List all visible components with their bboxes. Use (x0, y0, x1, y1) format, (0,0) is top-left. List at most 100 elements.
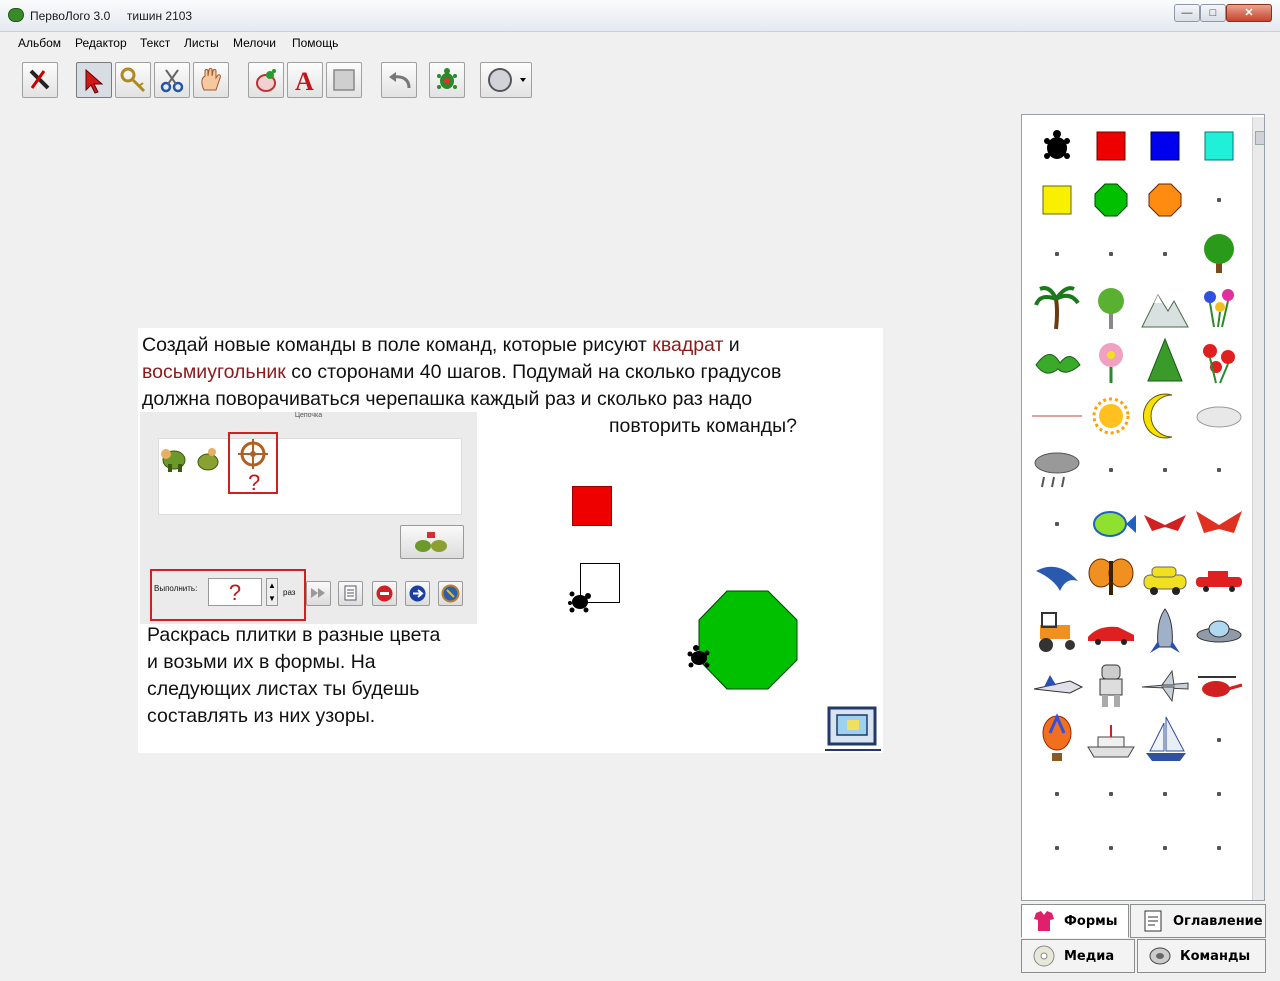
list-button[interactable] (338, 581, 363, 606)
shape-red-square[interactable] (1084, 119, 1138, 173)
repeat-stepper[interactable]: ▲ ▼ (266, 578, 278, 606)
empty-shape-slot[interactable] (1030, 227, 1084, 281)
go-button[interactable] (405, 581, 430, 606)
shape-leaves[interactable] (1030, 335, 1084, 389)
shape-palm[interactable] (1030, 281, 1084, 335)
pointer-tool-button[interactable] (76, 62, 112, 98)
shape-balloon[interactable] (1030, 713, 1084, 767)
shape-note[interactable] (1030, 389, 1084, 443)
empty-shape-slot[interactable] (1030, 767, 1084, 821)
tab-media[interactable]: Медиа (1021, 939, 1135, 973)
empty-shape-slot[interactable] (1030, 821, 1084, 875)
tab-commands[interactable]: Команды (1137, 939, 1266, 973)
turtles-group-button[interactable] (400, 525, 464, 559)
undo-tool-button[interactable] (381, 62, 417, 98)
shapes-scrollbar[interactable] (1252, 117, 1264, 900)
menu-misc[interactable]: Мелочи (233, 36, 276, 50)
maximize-button[interactable]: □ (1200, 4, 1226, 22)
empty-shape-slot[interactable] (1030, 497, 1084, 551)
stop-button[interactable] (372, 581, 397, 606)
shape-flower[interactable] (1084, 335, 1138, 389)
close-button[interactable]: ✕ (1226, 4, 1272, 22)
turtle-2-icon[interactable] (686, 644, 712, 670)
shape-yellow-car[interactable] (1138, 551, 1192, 605)
empty-shape-slot[interactable] (1192, 875, 1246, 900)
red-square-tile[interactable] (572, 486, 612, 526)
next-sheet-icon[interactable] (825, 704, 881, 752)
menu-text[interactable]: Текст (140, 36, 170, 50)
shape-cyan-square[interactable] (1192, 119, 1246, 173)
empty-shape-slot[interactable] (1084, 443, 1138, 497)
empty-shape-slot[interactable] (1138, 227, 1192, 281)
shape-fish[interactable] (1084, 497, 1138, 551)
empty-shape-slot[interactable] (1138, 821, 1192, 875)
shape-birch[interactable] (1084, 281, 1138, 335)
turtle-1-icon[interactable] (566, 588, 594, 616)
hand-tool-button[interactable] (193, 62, 229, 98)
shape-sailboat[interactable] (1138, 713, 1192, 767)
shape-airplane[interactable] (1138, 659, 1192, 713)
scissors-tool-button[interactable] (154, 62, 190, 98)
text-tool-button[interactable]: A (287, 62, 323, 98)
rectangle-tool-button[interactable] (326, 62, 362, 98)
empty-shape-slot[interactable] (1192, 767, 1246, 821)
green-octagon-tile[interactable] (698, 590, 798, 690)
scrollbar-thumb[interactable] (1255, 131, 1264, 145)
empty-shape-slot[interactable] (1084, 821, 1138, 875)
shape-rocket[interactable] (1138, 605, 1192, 659)
shape-rain-cloud[interactable] (1030, 443, 1084, 497)
shape-sports-car[interactable] (1084, 605, 1138, 659)
empty-shape-slot[interactable] (1192, 821, 1246, 875)
shape-flowers[interactable] (1192, 281, 1246, 335)
tab-contents[interactable]: Оглавление (1130, 904, 1266, 938)
fast-forward-button[interactable] (306, 581, 331, 606)
shape-red-car[interactable] (1192, 551, 1246, 605)
sheet-page[interactable]: Создай новые команды в поле команд, кото… (138, 328, 883, 753)
menu-help[interactable]: Помощь (292, 36, 338, 50)
shape-turtle[interactable] (1030, 119, 1084, 173)
shape-green-octagon[interactable] (1084, 173, 1138, 227)
shape-bird[interactable] (1138, 497, 1192, 551)
brush-tool-button[interactable] (22, 62, 58, 98)
shape-butterfly[interactable] (1084, 551, 1138, 605)
shape-orange-octagon[interactable] (1138, 173, 1192, 227)
world-button[interactable] (438, 581, 463, 606)
shape-ufo[interactable] (1192, 605, 1246, 659)
empty-shape-slot[interactable] (1030, 875, 1084, 900)
shape-yellow-square[interactable] (1030, 173, 1084, 227)
hatch-tool-button[interactable] (248, 62, 284, 98)
empty-shape-slot[interactable] (1084, 875, 1138, 900)
empty-shape-slot[interactable] (1138, 443, 1192, 497)
menu-editor[interactable]: Редактор (75, 36, 127, 50)
shape-blue-square[interactable] (1138, 119, 1192, 173)
shape-mountain[interactable] (1138, 281, 1192, 335)
empty-shape-slot[interactable] (1192, 173, 1246, 227)
turtle-tool-button[interactable] (429, 62, 465, 98)
key-tool-button[interactable] (115, 62, 151, 98)
shape-tractor[interactable] (1030, 605, 1084, 659)
empty-shape-slot[interactable] (1084, 767, 1138, 821)
empty-shape-slot[interactable] (1138, 767, 1192, 821)
shape-cloud[interactable] (1192, 389, 1246, 443)
shape-select-button[interactable] (480, 62, 532, 98)
empty-shape-slot[interactable] (1084, 227, 1138, 281)
empty-shape-slot[interactable] (1192, 713, 1246, 767)
shape-red-bird[interactable] (1192, 497, 1246, 551)
shape-helicopter[interactable] (1192, 659, 1246, 713)
shape-robot[interactable] (1084, 659, 1138, 713)
menu-sheets[interactable]: Листы (184, 36, 219, 50)
shape-ship[interactable] (1084, 713, 1138, 767)
shape-dolphin[interactable] (1030, 551, 1084, 605)
shape-red-flowers[interactable] (1192, 335, 1246, 389)
shape-tree[interactable] (1192, 227, 1246, 281)
shape-sun[interactable] (1084, 389, 1138, 443)
shape-fir[interactable] (1138, 335, 1192, 389)
repeat-count-field[interactable]: ? (208, 578, 262, 606)
shape-moon[interactable] (1138, 389, 1192, 443)
empty-shape-slot[interactable] (1192, 443, 1246, 497)
minimize-button[interactable]: — (1174, 4, 1200, 22)
tab-shapes[interactable]: Формы (1021, 904, 1129, 938)
menu-album[interactable]: Альбом (18, 36, 61, 50)
empty-shape-slot[interactable] (1138, 875, 1192, 900)
shape-shuttle[interactable] (1030, 659, 1084, 713)
